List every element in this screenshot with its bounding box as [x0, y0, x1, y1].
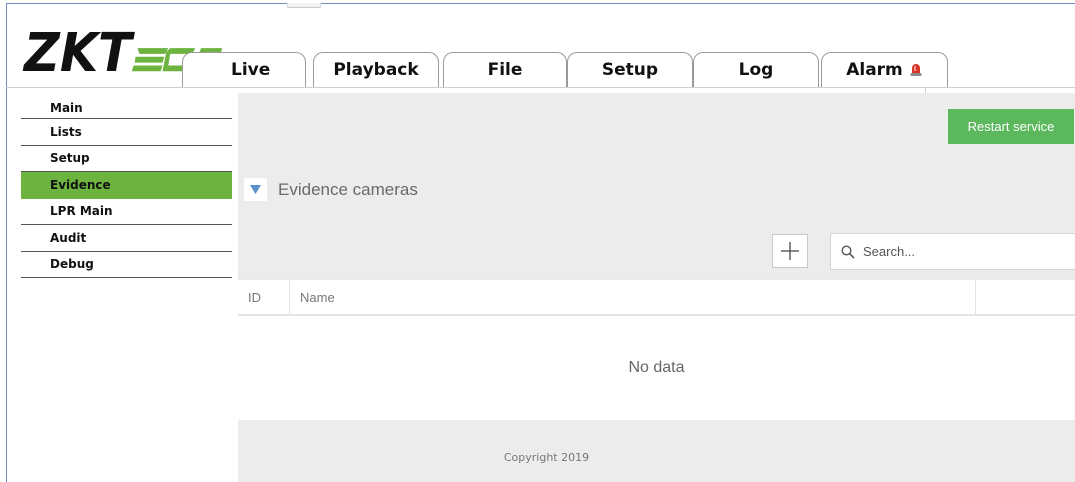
table-header: ID Name — [238, 279, 1075, 316]
tab-alarm[interactable]: Alarm — [821, 52, 948, 87]
search-box — [830, 233, 1075, 270]
main-content: Restart service Evidence cameras Search.… — [238, 93, 1075, 482]
search-input[interactable] — [863, 244, 1063, 259]
sidebar-item-evidence[interactable]: Evidence — [21, 172, 232, 199]
sidebar-item-label: Evidence — [50, 177, 111, 192]
triangle-down-icon — [250, 185, 261, 194]
siren-icon — [910, 64, 922, 76]
collapse-toggle[interactable] — [244, 178, 267, 201]
tab-log-label: Log — [738, 60, 774, 80]
column-header-id[interactable]: ID — [238, 280, 290, 315]
column-header-name[interactable]: Name — [290, 280, 976, 315]
tab-playback-label: Playback — [333, 60, 419, 80]
section-header: Evidence cameras — [244, 178, 418, 201]
evidence-table-panel: ID Name No data — [238, 231, 1075, 420]
empty-state-text: No data — [628, 359, 685, 376]
top-tab-stub — [287, 3, 321, 8]
tab-file[interactable]: File — [443, 52, 567, 87]
tab-alarm-label: Alarm — [846, 60, 903, 80]
section-title: Evidence cameras — [278, 179, 418, 199]
search-icon — [841, 244, 855, 259]
tab-file-label: File — [487, 60, 523, 80]
sidebar: Main Lists Setup Evidence LPR Main Audit… — [21, 97, 232, 278]
plus-icon — [781, 242, 799, 260]
tab-playback[interactable]: Playback — [313, 52, 439, 87]
tab-log[interactable]: Log — [693, 52, 819, 87]
add-camera-button[interactable] — [772, 234, 808, 268]
sidebar-item-lists[interactable]: Lists — [21, 119, 232, 146]
header-divider — [6, 87, 1075, 88]
sidebar-item-label: Audit — [50, 230, 87, 245]
restart-service-button[interactable]: Restart service — [948, 109, 1074, 144]
column-header-actions — [976, 280, 1075, 315]
sidebar-item-lpr-main[interactable]: LPR Main — [21, 199, 232, 225]
sidebar-item-label: LPR Main — [50, 204, 113, 219]
svg-text:ZKT: ZKT — [22, 27, 135, 77]
copyright-text: Copyright 2019 — [503, 451, 590, 464]
sidebar-item-setup[interactable]: Setup — [21, 146, 232, 172]
sidebar-item-label: Main — [50, 100, 83, 115]
tab-live-label: Live — [231, 60, 271, 80]
table-toolbar — [238, 231, 1075, 279]
sidebar-item-debug[interactable]: Debug — [21, 252, 232, 278]
sidebar-item-main[interactable]: Main — [21, 97, 232, 119]
tab-live[interactable]: Live — [182, 52, 306, 87]
sidebar-item-label: Lists — [50, 124, 82, 139]
sidebar-item-label: Debug — [50, 257, 94, 272]
tab-setup-label: Setup — [601, 60, 659, 80]
tab-setup[interactable]: Setup — [567, 52, 693, 87]
sidebar-item-audit[interactable]: Audit — [21, 225, 232, 252]
sidebar-item-label: Setup — [50, 151, 90, 166]
